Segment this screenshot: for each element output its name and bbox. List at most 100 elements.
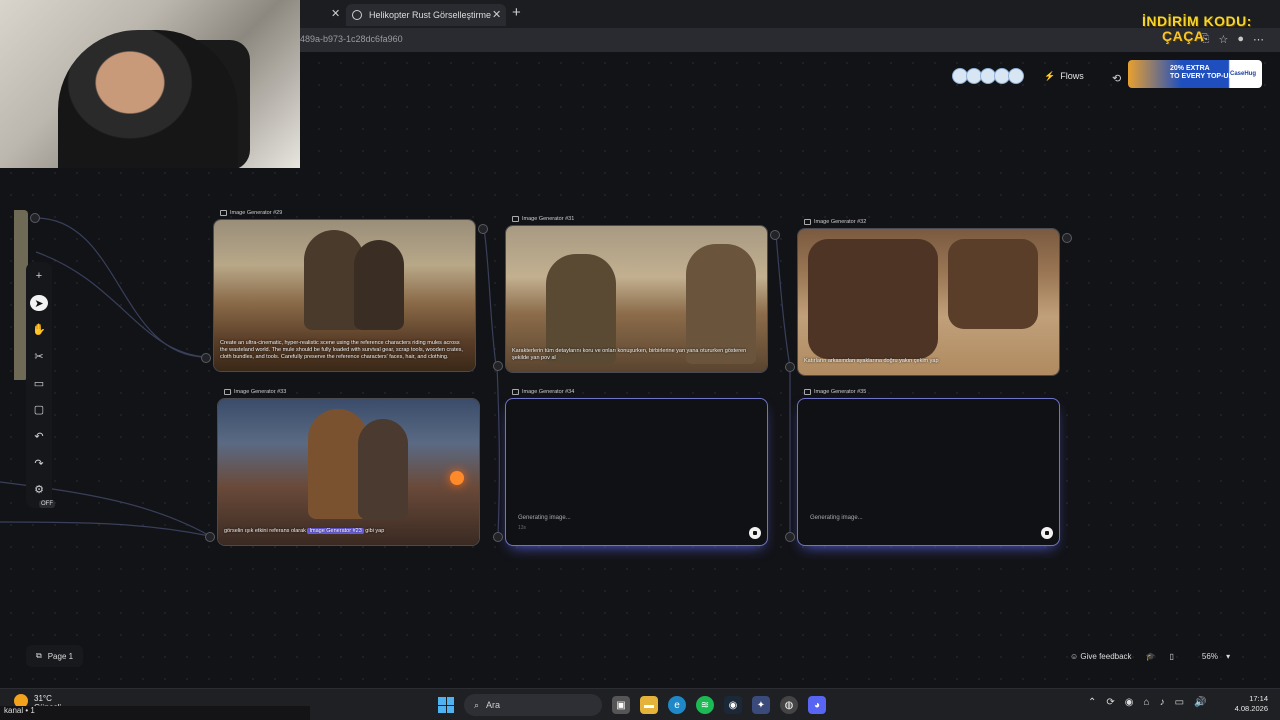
node-label: Image Generator #33 bbox=[224, 389, 286, 395]
image-node-34[interactable]: Generating image... 13s bbox=[505, 398, 768, 546]
volume-icon[interactable]: 🔊 bbox=[1194, 697, 1206, 708]
flows-label: Flows bbox=[1060, 71, 1084, 81]
taskbar-search[interactable]: ⌕ Ara bbox=[464, 694, 602, 716]
input-port[interactable] bbox=[205, 532, 215, 542]
discord-icon[interactable]: ◕ bbox=[808, 696, 826, 714]
task-view-icon[interactable]: ▣ bbox=[612, 696, 630, 714]
canvas-footer-controls: ☺ Give feedback 🎓 ▯ 56% ▾ bbox=[1070, 645, 1230, 667]
tab-title: Helikopter Rust Görselleştirme bbox=[369, 10, 492, 20]
give-feedback-button[interactable]: ☺ Give feedback bbox=[1070, 652, 1132, 661]
screen: ✕ Helikopter Rust Görselleştirme ✕ + 489… bbox=[0, 0, 1280, 720]
input-port[interactable] bbox=[493, 361, 503, 371]
promo-line2: ÇAÇA bbox=[1162, 28, 1205, 44]
output-port[interactable] bbox=[1062, 233, 1072, 243]
close-tab-icon[interactable]: ✕ bbox=[331, 7, 340, 20]
spotify-icon[interactable]: ≋ bbox=[696, 696, 714, 714]
output-port[interactable] bbox=[30, 213, 40, 223]
date: 4.08.2026 bbox=[1234, 704, 1268, 713]
ad-line2: TO EVERY TOP-UP bbox=[1170, 73, 1234, 80]
search-icon: ⌕ bbox=[474, 699, 480, 710]
connection-line bbox=[483, 227, 497, 366]
elapsed-time: 13s bbox=[518, 525, 527, 531]
url-text[interactable]: 489a-b973-1c28dc6fa960 bbox=[300, 34, 403, 44]
canvas-toolbar: + ➤ ✋ ✂ ▭ ▢ ↶ ↷ ⚙ OFF bbox=[26, 262, 55, 509]
system-clock[interactable]: 17:14 4.08.2026 bbox=[1235, 694, 1268, 714]
prompt-caption: görselin ışık etkini referans olarak Ima… bbox=[224, 528, 471, 535]
connection-line bbox=[35, 251, 207, 358]
promo-code-overlay: İNDİRİM KODU: ÇAÇA bbox=[1142, 14, 1252, 44]
tab-favicon-icon bbox=[352, 10, 362, 20]
input-port[interactable] bbox=[493, 532, 503, 542]
zoom-control[interactable]: 56% ▾ bbox=[1202, 652, 1230, 661]
app-icon[interactable]: ✦ bbox=[752, 696, 770, 714]
tutorial-cap-icon[interactable]: 🎓 bbox=[1146, 652, 1156, 661]
page-selector[interactable]: ⧉ Page 1 bbox=[26, 645, 84, 667]
input-port[interactable] bbox=[201, 353, 211, 363]
scissors-icon[interactable]: ✂ bbox=[30, 348, 48, 365]
avatar[interactable] bbox=[1008, 68, 1024, 84]
output-port[interactable] bbox=[770, 230, 780, 240]
app-icon[interactable]: ◍ bbox=[780, 696, 798, 714]
steam-tray-icon[interactable]: ◉ bbox=[1125, 697, 1134, 708]
sync-icon[interactable]: ⟳ bbox=[1106, 697, 1114, 708]
redo-icon[interactable]: ↷ bbox=[30, 455, 48, 472]
windows-start-icon[interactable] bbox=[438, 697, 454, 713]
edge-browser-icon[interactable]: e bbox=[668, 696, 686, 714]
caption-text: görselin ışık etkini referans olarak bbox=[224, 528, 306, 534]
network-icon[interactable]: ⌂ bbox=[1144, 697, 1150, 708]
rider-figure bbox=[358, 419, 408, 519]
close-active-tab-icon[interactable]: ✕ bbox=[492, 8, 501, 21]
image-node-31[interactable]: Karakterlerin tüm detaylarını koru ve on… bbox=[505, 225, 768, 373]
input-port[interactable] bbox=[785, 362, 795, 372]
mule-figure bbox=[808, 239, 938, 359]
undo-icon[interactable]: ↶ bbox=[30, 428, 48, 445]
generated-image bbox=[798, 229, 1059, 375]
system-tray: ⌃ ⟳ ◉ ⌂ ♪ ▭ 🔊 bbox=[1088, 697, 1206, 708]
node-label: Image Generator #31 bbox=[512, 216, 574, 222]
history-icon[interactable]: ⟲ bbox=[1112, 72, 1121, 85]
feedback-icon: ☺ bbox=[1070, 651, 1079, 661]
stop-button[interactable] bbox=[1041, 527, 1053, 539]
node-label: Image Generator #32 bbox=[804, 219, 866, 225]
file-explorer-icon[interactable]: ▬ bbox=[640, 696, 658, 714]
hand-pan-icon[interactable]: ✋ bbox=[30, 321, 48, 338]
new-tab-button[interactable]: + bbox=[512, 4, 521, 21]
connection-line bbox=[496, 364, 500, 537]
fire-glow bbox=[450, 471, 464, 485]
promo-line1: İNDİRİM KODU: bbox=[1142, 13, 1252, 29]
taskbar-apps: ⌕ Ara ▣ ▬ e ≋ ◉ ✦ ◍ ◕ bbox=[438, 694, 826, 716]
reference-chip[interactable]: Image Generator #23 bbox=[307, 528, 364, 534]
tab-helikopter[interactable]: Helikopter Rust Görselleştirme ✕ bbox=[346, 4, 506, 26]
off-badge[interactable]: OFF bbox=[39, 500, 55, 509]
image-node-32[interactable]: Katırların arkasından ayaklarına doğru y… bbox=[797, 228, 1060, 376]
streamer-tag: kanal • 1 bbox=[0, 706, 310, 720]
image-node-33[interactable]: görselin ışık etkini referans olarak Ima… bbox=[217, 398, 480, 546]
connection-line bbox=[35, 217, 207, 358]
display-icon[interactable]: ▭ bbox=[1175, 697, 1184, 708]
ad-brand: CaseHug bbox=[1229, 71, 1256, 77]
node-label: Image Generator #35 bbox=[804, 389, 866, 395]
time: 17:14 bbox=[1249, 694, 1268, 703]
character-figure bbox=[686, 244, 756, 364]
settings-gear-icon[interactable]: ⚙ bbox=[30, 481, 48, 498]
chevron-down-icon: ▾ bbox=[1226, 651, 1231, 661]
flows-button[interactable]: ⚡ Flows bbox=[1044, 71, 1084, 82]
ad-banner[interactable]: 20% EXTRA TO EVERY TOP-UP CaseHug bbox=[1128, 60, 1262, 88]
output-port[interactable] bbox=[478, 224, 488, 234]
chevron-up-icon[interactable]: ⌃ bbox=[1088, 697, 1096, 708]
select-pointer-icon[interactable]: ➤ bbox=[30, 294, 48, 312]
input-port[interactable] bbox=[785, 532, 795, 542]
prompt-caption: Katırların arkasından ayaklarına doğru y… bbox=[804, 358, 939, 364]
comment-icon[interactable]: ▢ bbox=[30, 401, 48, 418]
image-node-35[interactable]: Generating image... bbox=[797, 398, 1060, 546]
more-icon[interactable]: ⋯ bbox=[1253, 33, 1264, 46]
stop-button[interactable] bbox=[749, 527, 761, 539]
image-node-29[interactable]: Create an ultra-cinematic, hyper-realist… bbox=[213, 219, 476, 372]
microphone-icon[interactable]: ♪ bbox=[1160, 697, 1165, 708]
steam-icon[interactable]: ◉ bbox=[724, 696, 742, 714]
add-node-icon[interactable]: + bbox=[30, 268, 48, 285]
generating-status: Generating image... bbox=[810, 515, 863, 521]
frame-icon[interactable]: ▭ bbox=[30, 375, 48, 392]
ad-line1: 20% EXTRA bbox=[1170, 65, 1210, 72]
book-icon[interactable]: ▯ bbox=[1170, 652, 1174, 661]
